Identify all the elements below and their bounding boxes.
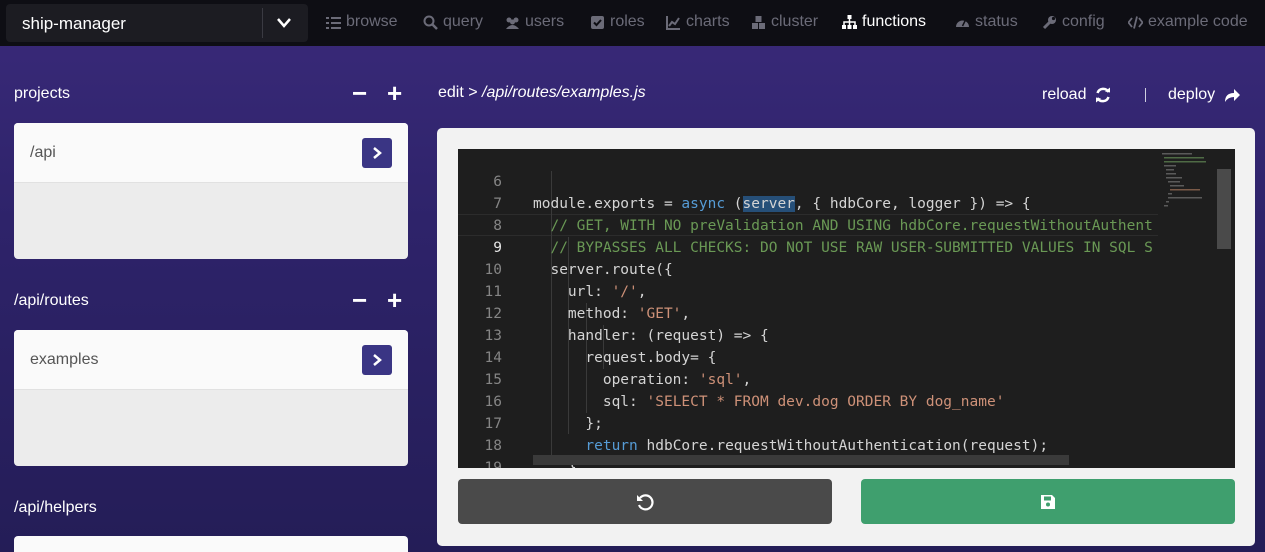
list-item-label: examples: [30, 351, 99, 368]
chevron-right-icon: [373, 354, 382, 366]
list-item[interactable]: /api: [14, 123, 408, 183]
section-title-projects: projects: [14, 85, 71, 102]
share-arrow-icon: [1225, 89, 1241, 102]
nav-charts[interactable]: charts: [666, 13, 730, 31]
chart-icon: [666, 15, 680, 30]
code-icon: [1128, 15, 1143, 29]
code-line: 11 method: 'GET',: [458, 259, 1158, 322]
nav-roles-label: roles: [610, 13, 645, 30]
sitemap-icon: [842, 14, 857, 29]
code-line: 14 operation: 'sql',: [458, 325, 1158, 388]
helpers-list: [14, 536, 408, 552]
reload-button[interactable]: reload: [1042, 86, 1112, 104]
nav-browse-label: browse: [346, 13, 398, 30]
wrench-icon: [1042, 15, 1056, 29]
save-button[interactable]: [861, 479, 1235, 524]
code-line: 10 url: '/',: [458, 237, 1158, 300]
code-editor[interactable]: 6 module.exports = async (server, { hdbC…: [458, 149, 1235, 468]
search-icon: [423, 15, 438, 30]
horizontal-scrollbar[interactable]: [533, 455, 1069, 465]
nav-status-label: status: [975, 13, 1018, 30]
gauge-icon: [956, 19, 969, 27]
refresh-icon: [1096, 87, 1111, 103]
section-title-api-routes: /api/routes: [14, 292, 89, 309]
section-title-api-helpers: /api/helpers: [14, 499, 97, 516]
instance-selector[interactable]: ship-manager: [6, 4, 308, 42]
breadcrumb: edit > /api/routes/examples.js: [438, 84, 646, 102]
open-item-button[interactable]: [362, 138, 392, 168]
nav-charts-label: charts: [686, 13, 730, 30]
nav-browse[interactable]: browse: [326, 13, 398, 31]
projects-list: /api: [14, 123, 408, 259]
list-item-label: /api: [30, 144, 56, 161]
action-separator: [1145, 88, 1146, 102]
nav-cluster-label: cluster: [771, 13, 819, 30]
nav-functions-label: functions: [862, 13, 927, 30]
reload-label: reload: [1042, 86, 1087, 103]
code-line: 8 // BYPASSES ALL CHECKS: DO NOT USE RAW…: [458, 193, 1158, 256]
nav-functions[interactable]: functions: [842, 13, 926, 31]
undo-icon: [637, 493, 654, 510]
code-line: 18 }: [458, 413, 1158, 468]
nav-users[interactable]: users: [505, 13, 564, 31]
instance-divider: [262, 8, 263, 38]
code-line: 16 };: [458, 369, 1158, 432]
cubes-icon: [752, 15, 765, 29]
minimap[interactable]: [1158, 149, 1218, 468]
save-disk-icon: [1041, 494, 1055, 509]
deploy-button[interactable]: deploy: [1168, 86, 1241, 104]
chevron-right-icon: [373, 147, 382, 159]
code-line: 17 return hdbCore.requestWithoutAuthenti…: [458, 391, 1158, 454]
top-navigation-bar: ship-manager browse query users roles ch…: [0, 0, 1265, 46]
revert-button[interactable]: [458, 479, 832, 524]
nav-status[interactable]: status: [955, 13, 1018, 31]
nav-cluster[interactable]: cluster: [751, 13, 818, 31]
users-icon: [506, 17, 519, 29]
add-project-button[interactable]: +: [387, 80, 402, 106]
code-line: 13 request.body= {: [458, 303, 1158, 366]
code-line: 15 sql: 'SELECT * FROM dev.dog ORDER BY …: [458, 347, 1158, 410]
code-line: 6 module.exports = async (server, { hdbC…: [458, 149, 1158, 212]
nav-example-code[interactable]: example code: [1128, 13, 1248, 31]
nav-query-label: query: [443, 13, 484, 30]
remove-route-button[interactable]: −: [352, 287, 367, 313]
nav-example-code-label: example code: [1148, 13, 1248, 30]
open-item-button[interactable]: [362, 345, 392, 375]
routes-list: examples: [14, 330, 408, 466]
code-line: 9 server.route({: [458, 215, 1158, 278]
check-square-icon: [591, 15, 604, 29]
nav-users-label: users: [525, 13, 565, 30]
chevron-down-icon[interactable]: [276, 16, 292, 30]
list-item[interactable]: examples: [14, 330, 408, 390]
instance-name: ship-manager: [22, 14, 126, 33]
remove-project-button[interactable]: −: [352, 80, 367, 106]
breadcrumb-prefix: edit >: [438, 84, 478, 101]
breadcrumb-path: /api/routes/examples.js: [482, 84, 646, 101]
code-line: 7 // GET, WITH NO preValidation AND USIN…: [458, 171, 1158, 234]
list-icon: [326, 16, 341, 29]
nav-roles[interactable]: roles: [590, 13, 645, 31]
nav-query[interactable]: query: [423, 13, 483, 31]
code-line: 12 handler: (request) => {: [458, 281, 1158, 344]
nav-config[interactable]: config: [1042, 13, 1105, 31]
add-route-button[interactable]: +: [387, 287, 402, 313]
code-line: 19 });: [458, 435, 1158, 468]
deploy-label: deploy: [1168, 86, 1216, 103]
nav-config-label: config: [1062, 13, 1105, 30]
vertical-scrollbar[interactable]: [1217, 169, 1231, 249]
